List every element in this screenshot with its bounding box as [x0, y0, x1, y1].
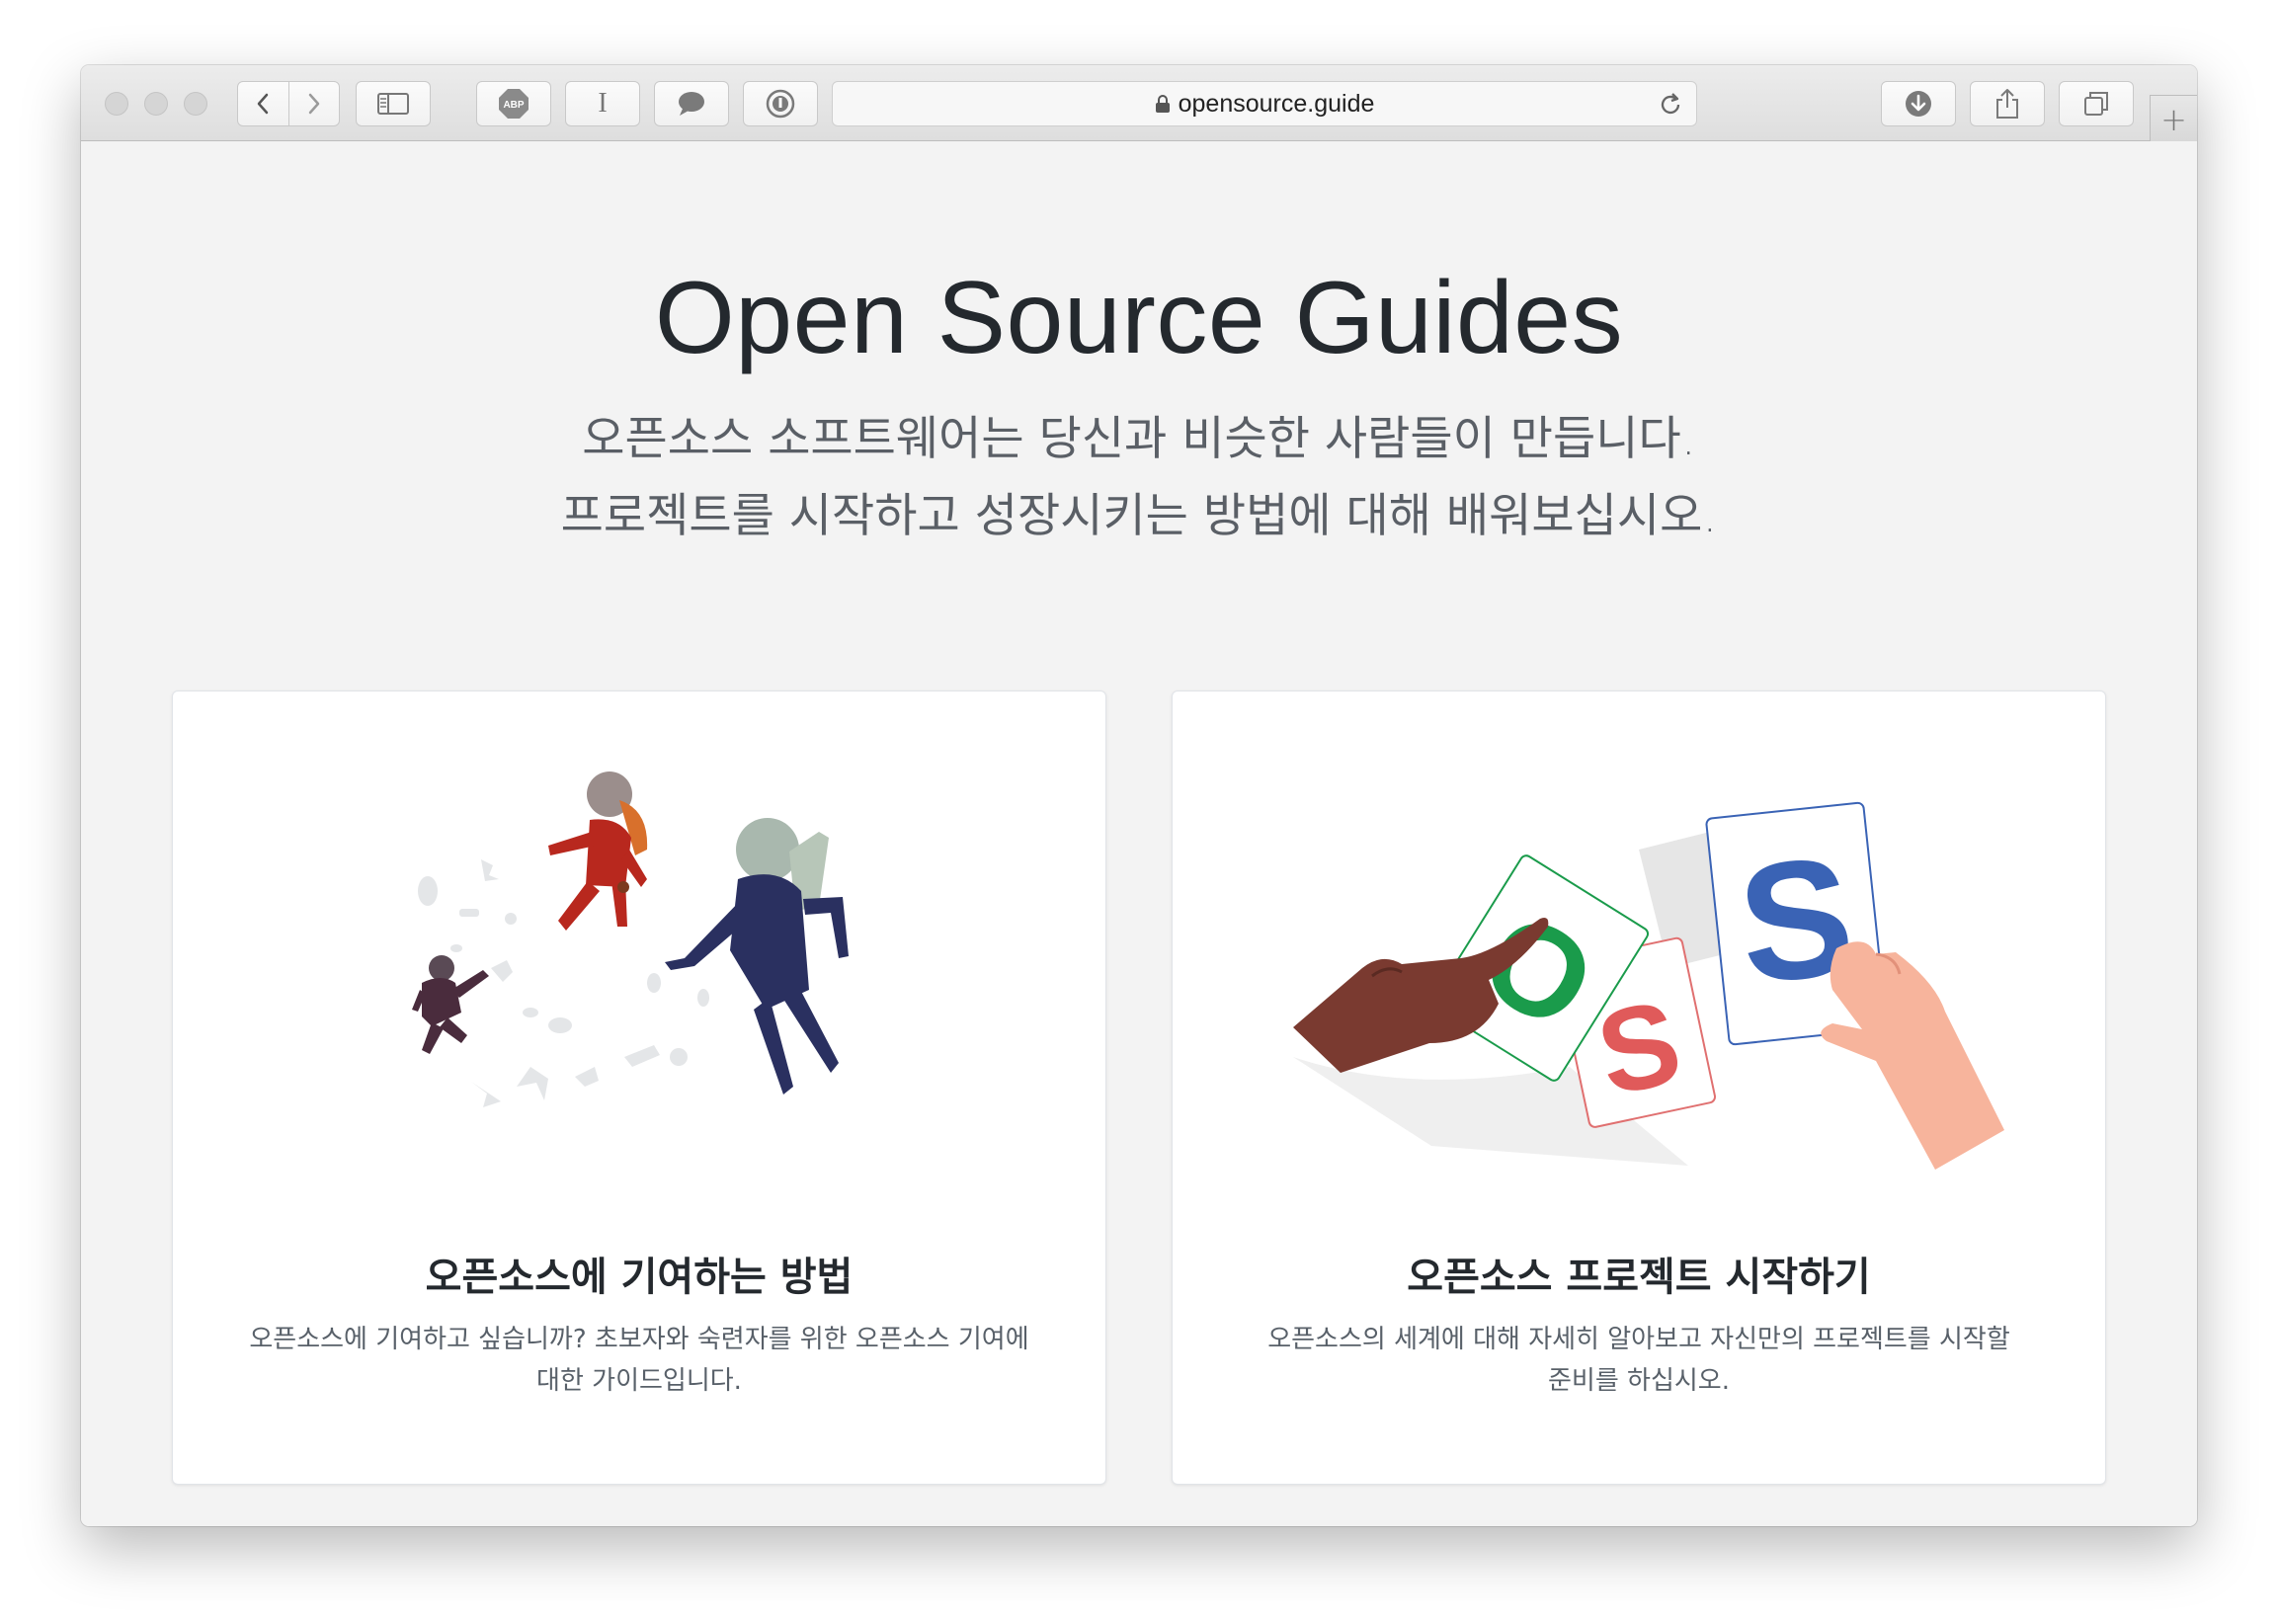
reload-icon	[1661, 93, 1680, 115]
astronauts-illustration	[173, 771, 1105, 1185]
svg-text:ABP: ABP	[503, 100, 524, 111]
back-button[interactable]	[238, 82, 288, 125]
browser-window: ABP I opensource.guide + Open Source Gui…	[81, 65, 2197, 1526]
adblock-icon: ABP	[499, 89, 529, 119]
zoom-window-button[interactable]	[184, 92, 207, 116]
address-bar[interactable]: opensource.guide	[832, 81, 1697, 126]
share-button[interactable]	[1970, 81, 2045, 126]
chat-button[interactable]	[654, 81, 729, 126]
hero-subtitle-line-1: 오픈소스 소프트웨어는 당신과 비슷한 사람들이 만듭니다.	[582, 412, 1696, 466]
back-icon	[258, 93, 269, 115]
tabs-icon	[2084, 92, 2108, 116]
adblock-button[interactable]: ABP	[476, 81, 551, 126]
page-content: Open Source Guides 오픈소스 소프트웨어는 당신과 비슷한 사…	[81, 141, 2197, 1526]
forward-icon	[308, 93, 319, 115]
reload-button[interactable]	[1659, 92, 1682, 122]
history-nav	[237, 81, 340, 126]
browser-toolbar: ABP I opensource.guide +	[81, 65, 2197, 142]
new-tab-icon: +	[2160, 100, 2187, 138]
card-description: 오픈소스에 기여하고 싶습니까? 초보자와 숙련자를 위한 오픈소스 기여에 대…	[249, 1325, 1029, 1396]
guide-card-how-to-contribute[interactable]: 오픈소스에 기여하는 방법 오픈소스에 기여하고 싶습니까? 초보자와 숙련자를…	[172, 690, 1106, 1485]
download-icon	[1906, 91, 1931, 117]
show-tabs-button[interactable]	[2059, 81, 2134, 126]
oss-cards-illustration: S O S	[1173, 771, 2105, 1185]
lock-icon	[1155, 94, 1171, 114]
card-title[interactable]: 오픈소스 프로젝트 시작하기	[1173, 1245, 2105, 1302]
password-icon	[766, 89, 795, 119]
card-description: 오픈소스의 세계에 대해 자세히 알아보고 자신만의 프로젝트를 시작할 준비를…	[1267, 1325, 2010, 1396]
page-title: Open Source Guides	[654, 261, 1624, 375]
chat-icon	[679, 92, 704, 116]
minimize-window-button[interactable]	[144, 92, 168, 116]
downloads-button[interactable]	[1881, 81, 1956, 126]
forward-button[interactable]	[287, 82, 340, 125]
password-manager-button[interactable]	[743, 81, 818, 126]
share-icon	[1996, 89, 2018, 119]
sidebar-button[interactable]	[356, 81, 431, 126]
new-tab-button[interactable]: +	[2150, 95, 2197, 142]
url-text: opensource.guide	[1178, 89, 1375, 118]
guide-card-starting-a-project[interactable]: S O S 오픈소스 프로젝트 시작하기 오픈소스의 세계에 대해 자세히 알아…	[1172, 690, 2106, 1485]
sidebar-icon	[377, 93, 409, 115]
reader-button[interactable]: I	[565, 81, 640, 126]
close-window-button[interactable]	[105, 92, 128, 116]
hero-subtitle-line-2: 프로젝트를 시작하고 성장시키는 방법에 대해 배워보십시오.	[560, 489, 1718, 543]
card-title[interactable]: 오픈소스에 기여하는 방법	[173, 1245, 1105, 1302]
reader-icon: I	[598, 88, 608, 119]
